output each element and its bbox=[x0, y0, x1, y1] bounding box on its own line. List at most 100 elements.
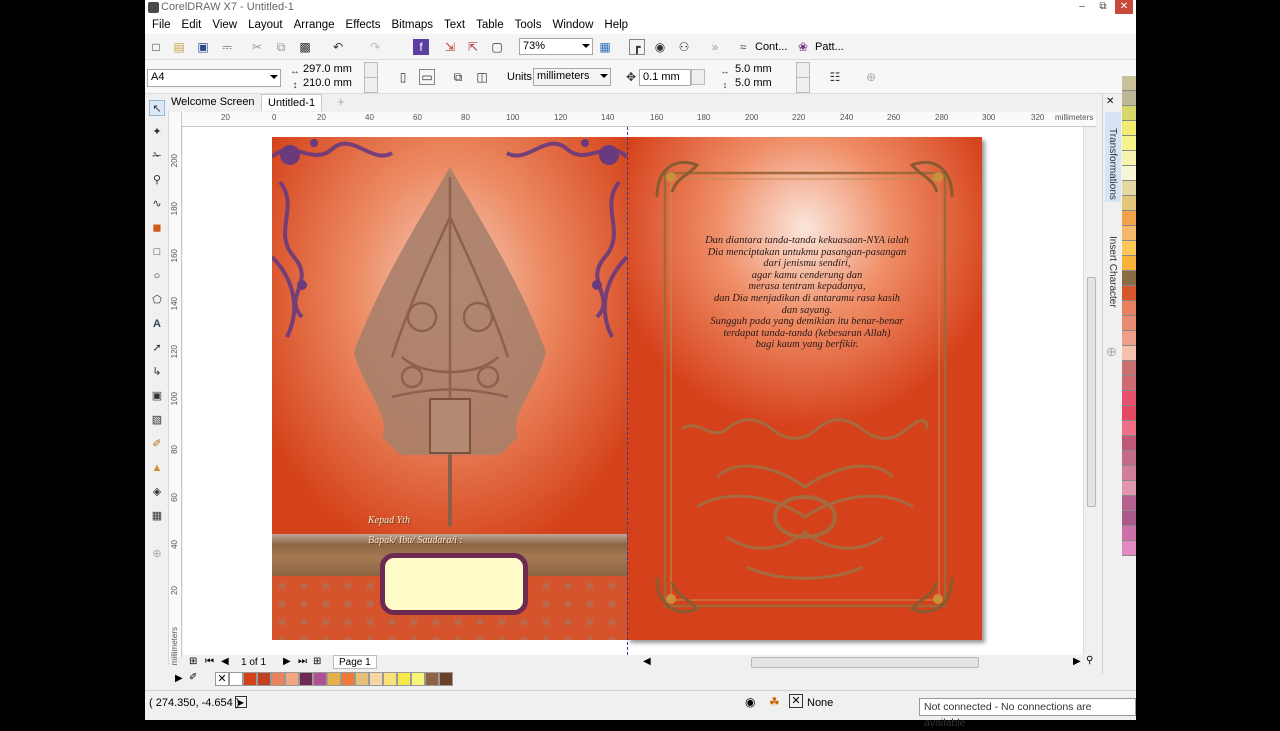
freehand-tool-icon[interactable]: ∿ bbox=[149, 196, 165, 212]
copy-icon[interactable]: ⧉ bbox=[273, 39, 289, 55]
document-color-swatch[interactable] bbox=[313, 672, 327, 686]
smart-drawing-tool-icon[interactable]: ◈ bbox=[149, 484, 165, 500]
docker-tab-transformations[interactable]: Transformations bbox=[1105, 112, 1121, 202]
document-color-swatch[interactable] bbox=[271, 672, 285, 686]
color-swatch[interactable] bbox=[1122, 331, 1136, 346]
pattern-icon[interactable]: ❀ bbox=[795, 39, 811, 55]
publish-pdf-icon[interactable]: ▢ bbox=[489, 39, 505, 55]
color-swatch[interactable] bbox=[1122, 376, 1136, 391]
duplicate-y-field[interactable]: 5.0 mm bbox=[732, 77, 794, 91]
document-color-swatch[interactable] bbox=[425, 672, 439, 686]
add-page-after-icon[interactable]: ⊞ bbox=[313, 656, 321, 667]
export-icon[interactable]: ⇱ bbox=[465, 39, 481, 55]
document-color-swatch[interactable] bbox=[369, 672, 383, 686]
color-swatch[interactable] bbox=[1122, 106, 1136, 121]
color-proof-icon[interactable]: ◉ bbox=[745, 695, 755, 709]
color-swatch[interactable] bbox=[1122, 196, 1136, 211]
color-swatch[interactable] bbox=[1122, 511, 1136, 526]
treat-as-filled-icon[interactable]: ☷ bbox=[827, 69, 843, 85]
eyedropper-tool-icon[interactable]: ✐ bbox=[149, 436, 165, 452]
pattern-label[interactable]: Patt... bbox=[815, 41, 844, 53]
restore-button[interactable]: ⧉ bbox=[1093, 0, 1113, 14]
color-swatch[interactable] bbox=[1122, 211, 1136, 226]
color-swatch[interactable] bbox=[1122, 76, 1136, 91]
smart-fill-tool-icon[interactable]: ◼ bbox=[149, 220, 165, 236]
menu-tools[interactable]: Tools bbox=[515, 19, 542, 31]
tab-untitled-1[interactable]: Untitled-1 bbox=[261, 94, 323, 111]
show-grid-icon[interactable]: ◉ bbox=[652, 39, 668, 55]
height-spinner[interactable] bbox=[364, 77, 378, 93]
color-swatch[interactable] bbox=[1122, 241, 1136, 256]
document-color-swatch[interactable] bbox=[355, 672, 369, 686]
more-overflow-icon[interactable]: » bbox=[707, 39, 723, 55]
color-swatch[interactable] bbox=[1122, 496, 1136, 511]
horizontal-ruler[interactable]: 20 0 20 40 60 80 100 120 140 160 180 200… bbox=[181, 112, 1096, 127]
zoom-tool-icon[interactable]: ⚲ bbox=[149, 172, 165, 188]
shape-tool-icon[interactable]: ✦ bbox=[149, 124, 165, 140]
document-color-swatch[interactable] bbox=[411, 672, 425, 686]
pick-tool-icon[interactable]: ↖ bbox=[149, 100, 165, 116]
first-page-icon[interactable]: ⏮ bbox=[205, 656, 214, 667]
document-color-swatch[interactable] bbox=[243, 672, 257, 686]
menu-view[interactable]: View bbox=[212, 19, 237, 31]
color-swatch[interactable] bbox=[1122, 226, 1136, 241]
color-swatch[interactable] bbox=[1122, 166, 1136, 181]
mesh-fill-tool-icon[interactable]: ▦ bbox=[149, 508, 165, 524]
new-tab-icon[interactable]: + bbox=[331, 94, 351, 111]
redo-icon[interactable]: ↷ bbox=[367, 39, 383, 55]
color-swatch[interactable] bbox=[1122, 406, 1136, 421]
open-folder-icon[interactable]: ▤ bbox=[171, 39, 187, 55]
no-color-swatch[interactable]: ✕ bbox=[215, 672, 229, 686]
cut-icon[interactable]: ✂ bbox=[249, 39, 265, 55]
scroll-left-icon[interactable]: ◀ bbox=[643, 656, 651, 667]
color-swatch[interactable] bbox=[1122, 451, 1136, 466]
close-icon[interactable]: ✕ bbox=[1106, 96, 1114, 107]
color-swatch[interactable] bbox=[1122, 286, 1136, 301]
interactive-fill-tool-icon[interactable]: ▲ bbox=[149, 460, 165, 476]
invitation-inner-page[interactable]: Dan diantara tanda-tanda kekuasaan-NYA i… bbox=[627, 137, 982, 640]
color-swatch[interactable] bbox=[1122, 256, 1136, 271]
document-color-swatch[interactable] bbox=[285, 672, 299, 686]
document-color-swatch[interactable] bbox=[439, 672, 453, 686]
menu-edit[interactable]: Edit bbox=[182, 19, 202, 31]
menu-file[interactable]: File bbox=[152, 19, 171, 31]
vertical-scrollbar[interactable] bbox=[1083, 127, 1098, 655]
document-color-swatch[interactable] bbox=[257, 672, 271, 686]
all-pages-icon[interactable]: ⧉ bbox=[450, 69, 466, 85]
color-swatch[interactable] bbox=[1122, 346, 1136, 361]
color-swatch[interactable] bbox=[1122, 121, 1136, 136]
horizontal-scroll-thumb[interactable] bbox=[751, 657, 979, 668]
duplicate-y-spinner[interactable] bbox=[796, 77, 810, 93]
color-swatch[interactable] bbox=[1122, 271, 1136, 286]
tab-page-1[interactable]: Page 1 bbox=[333, 655, 377, 669]
contour-icon[interactable]: ≈ bbox=[735, 39, 751, 55]
zoom-level-dropdown[interactable]: 73% bbox=[519, 38, 593, 55]
menu-help[interactable]: Help bbox=[604, 19, 628, 31]
vertical-guideline[interactable] bbox=[627, 127, 628, 655]
duplicate-x-spinner[interactable] bbox=[796, 62, 810, 78]
color-swatch[interactable] bbox=[1122, 541, 1136, 556]
color-swatch[interactable] bbox=[1122, 466, 1136, 481]
nudge-spinner[interactable] bbox=[691, 69, 705, 85]
import-icon[interactable]: ⇲ bbox=[442, 39, 458, 55]
width-spinner[interactable] bbox=[364, 62, 378, 78]
document-color-swatch[interactable] bbox=[327, 672, 341, 686]
polygon-tool-icon[interactable]: ⬠ bbox=[149, 292, 165, 308]
search-content-icon[interactable]: f bbox=[413, 39, 429, 55]
last-page-icon[interactable]: ⏭ bbox=[298, 656, 307, 667]
connector-tool-icon[interactable]: ↳ bbox=[149, 364, 165, 380]
expand-status-icon[interactable]: ▶ bbox=[235, 696, 247, 708]
transparency-tool-icon[interactable]: ▧ bbox=[149, 412, 165, 428]
document-color-swatch[interactable] bbox=[229, 672, 243, 686]
add-docker-icon[interactable]: ⊕ bbox=[1106, 344, 1117, 360]
color-swatch[interactable] bbox=[1122, 361, 1136, 376]
add-page-icon[interactable]: ⊞ bbox=[189, 656, 197, 667]
ellipse-tool-icon[interactable]: ○ bbox=[149, 268, 165, 284]
parallel-dimension-tool-icon[interactable]: ➚ bbox=[149, 340, 165, 356]
add-tool-icon[interactable]: ⊕ bbox=[149, 546, 165, 562]
page-height-field[interactable]: 210.0 mm bbox=[300, 77, 362, 91]
duplicate-x-field[interactable]: 5.0 mm bbox=[732, 63, 794, 77]
text-tool-icon[interactable]: A bbox=[149, 316, 165, 332]
next-page-icon[interactable]: ▶ bbox=[283, 656, 291, 667]
page-size-dropdown[interactable]: A4 bbox=[147, 69, 281, 87]
